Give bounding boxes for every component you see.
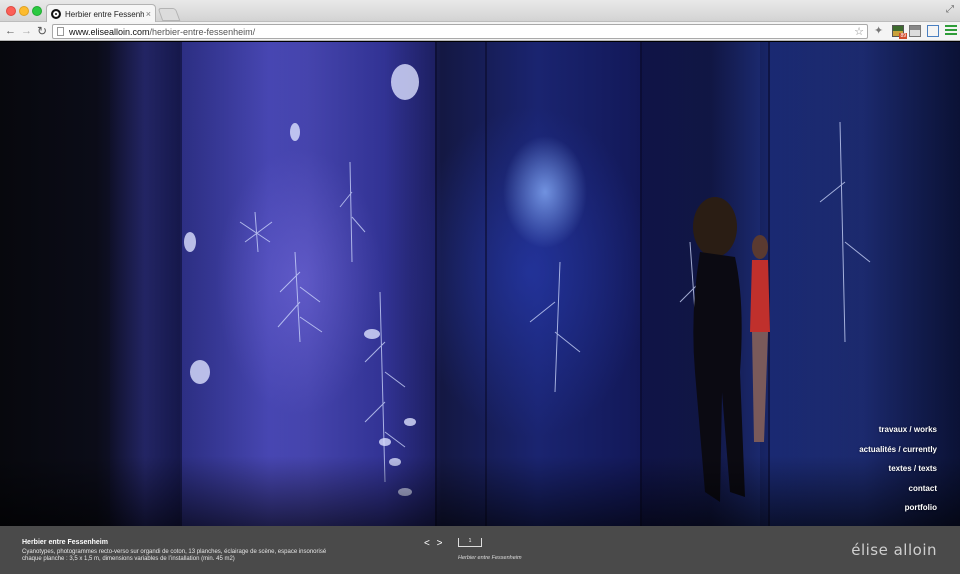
caption-bar: Herbier entre Fessenheim Cyanotypes, pho… bbox=[0, 526, 960, 574]
fullscreen-icon[interactable]: ⤢ bbox=[946, 4, 954, 15]
browser-tab[interactable]: Herbier entre Fessenheim × bbox=[46, 4, 156, 23]
extension-badge: 89 bbox=[899, 33, 907, 39]
work-description-line: Cyanotypes, photogrammes recto-verso sur… bbox=[22, 549, 327, 555]
url-domain: www.elisealloin.com bbox=[69, 26, 150, 37]
tab-title: Herbier entre Fessenheim bbox=[65, 9, 144, 19]
reload-icon[interactable]: ↻ bbox=[37, 24, 47, 38]
tab-close-icon[interactable]: × bbox=[146, 9, 151, 19]
new-tab-button[interactable] bbox=[157, 8, 181, 21]
extension-window-icon[interactable] bbox=[909, 25, 921, 37]
work-description-line: chaque planche : 3,5 x 1,5 m, dimensions… bbox=[22, 556, 235, 562]
window-minimize-button[interactable] bbox=[19, 6, 29, 16]
back-icon[interactable]: ← bbox=[5, 24, 16, 38]
forward-icon[interactable]: → bbox=[21, 24, 32, 38]
bookmark-star-icon[interactable]: ☆ bbox=[854, 25, 864, 38]
window-close-button[interactable] bbox=[6, 6, 16, 16]
nav-link-contact[interactable]: contact bbox=[859, 479, 937, 499]
extension-screen-icon[interactable] bbox=[927, 25, 939, 37]
plant-silhouettes bbox=[184, 64, 871, 496]
page-icon bbox=[57, 27, 64, 36]
site-navigation: travaux / works actualités / currently t… bbox=[859, 420, 937, 518]
image-pager-arrows[interactable]: < > bbox=[424, 538, 444, 549]
nav-link-portfolio[interactable]: portfolio bbox=[859, 498, 937, 518]
extension-calendar-icon[interactable]: 89 bbox=[892, 25, 907, 39]
browser-titlebar: Herbier entre Fessenheim × ⤢ bbox=[0, 0, 960, 23]
site-logo[interactable]: élise alloin bbox=[851, 541, 937, 559]
nav-link-currently[interactable]: actualités / currently bbox=[859, 440, 937, 460]
image-index-thumb[interactable]: 1 bbox=[458, 538, 482, 547]
site-favicon-icon bbox=[51, 9, 61, 19]
chrome-menu-icon[interactable] bbox=[945, 25, 957, 37]
floor-shadow bbox=[0, 456, 960, 526]
url-text[interactable]: www.elisealloin.com/herbier-entre-fessen… bbox=[69, 27, 255, 37]
work-title: Herbier entre Fessenheim bbox=[22, 539, 108, 546]
nav-link-works[interactable]: travaux / works bbox=[859, 420, 937, 440]
browser-toolbar: ← → ↻ www.elisealloin.com/herbier-entre-… bbox=[0, 22, 960, 41]
installation-photo: travaux / works actualités / currently t… bbox=[0, 42, 960, 526]
thumb-caption: Herbier entre Fessenheim bbox=[458, 555, 522, 561]
window-maximize-button[interactable] bbox=[32, 6, 42, 16]
work-description: Cyanotypes, photogrammes recto-verso sur… bbox=[22, 549, 326, 563]
nav-link-texts[interactable]: textes / texts bbox=[859, 459, 937, 479]
url-path: /herbier-entre-fessenheim/ bbox=[149, 26, 256, 37]
extension-puzzle-icon[interactable]: ✦ bbox=[874, 25, 886, 37]
address-bar[interactable]: www.elisealloin.com/herbier-entre-fessen… bbox=[52, 24, 868, 39]
